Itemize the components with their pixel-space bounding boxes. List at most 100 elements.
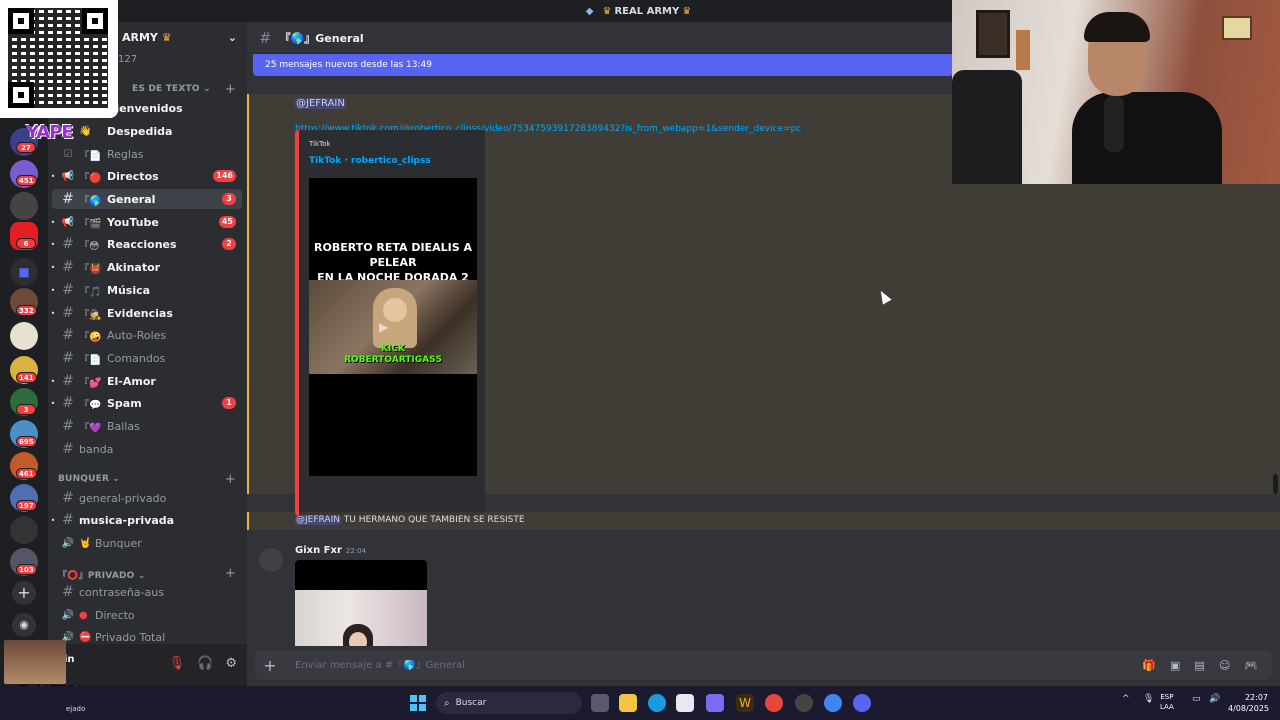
channel-emoji: 『🎬	[79, 218, 102, 230]
channel-directo-voice[interactable]: 🔊 ● Directo	[52, 605, 242, 625]
file-explorer-icon[interactable]	[619, 694, 637, 712]
hash-icon: #	[62, 259, 74, 275]
add-attachment-button[interactable]: +	[255, 656, 285, 675]
store-icon[interactable]	[676, 694, 694, 712]
system-clock[interactable]: 22:07 4/08/2025	[1228, 692, 1269, 714]
server-icon[interactable]	[10, 192, 38, 220]
monitor-icon[interactable]: ▭	[1192, 694, 1201, 704]
channel-privado-total-voice[interactable]: 🔊 ⛔ Privado Total	[52, 627, 242, 644]
add-channel-icon[interactable]: +	[225, 82, 236, 97]
user-mention[interactable]: @JEFRAIN	[295, 98, 346, 109]
search-label: Buscar	[455, 698, 487, 708]
clock-time: 22:07	[1244, 693, 1268, 702]
wall-frame	[1016, 30, 1030, 70]
channel-name: banda	[79, 442, 114, 456]
chevron-up-icon[interactable]: ^	[1122, 694, 1130, 704]
channel-bunquer-voice[interactable]: 🔊 🤘 Bunquer	[52, 533, 242, 553]
category-privado[interactable]: 『⭕』PRIVADO ⌄ +	[58, 566, 238, 581]
qr-finder	[8, 8, 34, 34]
channel-musica[interactable]: • # 『🎵 Música	[51, 280, 242, 300]
add-channel-icon[interactable]: +	[225, 566, 236, 581]
image-attachment[interactable]	[295, 560, 427, 646]
server-icon[interactable]	[10, 516, 38, 544]
copilot-icon[interactable]	[706, 694, 724, 712]
sticker-icon[interactable]: ▤	[1194, 659, 1204, 672]
channel-name: Directos	[107, 169, 159, 183]
add-server-button[interactable]: +	[12, 581, 36, 605]
discord-icon[interactable]	[853, 694, 871, 712]
user-panel: in 🎙 🎧 ⚙	[48, 644, 247, 686]
channel-auto-roles[interactable]: # 『🤪 Auto-Roles	[52, 325, 242, 345]
game-app-icon[interactable]: W	[736, 694, 754, 712]
gamepad-icon[interactable]: 🎮	[1244, 659, 1258, 672]
mic-icon[interactable]: 🎙	[1143, 694, 1154, 704]
category-bunquer[interactable]: BUNQUER ⌄ +	[58, 472, 238, 487]
chrome-icon[interactable]	[765, 694, 783, 712]
server-icon[interactable]	[10, 322, 38, 350]
unread-dot: •	[50, 308, 56, 318]
channel-contrasena-aus[interactable]: # contraseña-aus	[52, 582, 242, 602]
channel-name: Privado Total	[95, 630, 166, 644]
folder-icon[interactable]: ■	[10, 258, 38, 286]
task-view-icon[interactable]	[591, 694, 609, 712]
hash-icon: #	[62, 441, 74, 457]
edge-icon[interactable]	[648, 694, 666, 712]
channel-akinator[interactable]: • # 『👹 Akinator	[51, 257, 242, 277]
channel-comandos[interactable]: # 『📄 Comandos	[52, 348, 242, 368]
language-indicator[interactable]: ESP LAA	[1160, 692, 1174, 712]
chrome-icon[interactable]	[824, 694, 842, 712]
server-badge: 3	[16, 404, 36, 415]
channel-emoji: 『📄	[79, 354, 102, 366]
volume-icon[interactable]: 🔊	[1209, 694, 1220, 704]
gift-icon[interactable]: 🎁	[1142, 659, 1156, 672]
channel-reglas[interactable]: ☑ 『📄 Reglas	[52, 144, 242, 164]
message-timestamp: 22:04	[345, 547, 367, 555]
channel-general-privado[interactable]: # general-privado	[52, 488, 242, 508]
avatar[interactable]	[259, 548, 283, 572]
chevron-down-icon: ⌄	[227, 30, 237, 44]
message-input[interactable]	[295, 659, 1143, 671]
hash-icon: #	[62, 191, 74, 207]
channel-el-amor[interactable]: • # 『💕 El-Amor	[51, 371, 242, 391]
video-player[interactable]: ROBERTO RETA DIEALIS A PELEAR EN LA NOCH…	[309, 178, 477, 476]
headphones-icon[interactable]: 🎧	[197, 656, 213, 671]
channel-general[interactable]: # 『🌎 General 3	[52, 189, 242, 209]
channel-emoji: 『🌎	[79, 195, 102, 207]
channel-spam[interactable]: • # 『💬 Spam 1	[50, 393, 242, 413]
channel-name: Música	[107, 283, 151, 297]
channel-banda[interactable]: # banda	[52, 439, 242, 459]
unread-dot: •	[50, 398, 56, 408]
author-name[interactable]: Gixn Fxr	[295, 545, 342, 556]
new-messages-bar[interactable]: 25 mensajes nuevos desde las 13:49	[253, 54, 953, 76]
gif-icon[interactable]: ▣	[1170, 659, 1180, 672]
channel-directos[interactable]: • 📢 『🔴 Directos 146	[50, 166, 242, 186]
user-mention[interactable]: @JEFRAIN	[295, 515, 341, 525]
logo-icon: ◆	[585, 5, 594, 17]
windows-start-icon[interactable]	[410, 695, 426, 711]
channel-evidencias[interactable]: • # 『🕵 Evidencias	[50, 303, 242, 323]
channel-emoji: 『📄	[79, 150, 102, 162]
gear-icon[interactable]: ⚙	[225, 656, 237, 671]
mic-muted-icon[interactable]: 🎙	[169, 656, 186, 671]
mention-badge: 1	[222, 397, 236, 409]
channel-reacciones[interactable]: • # 『😳 Reacciones 2	[50, 234, 242, 254]
video-caption-line: ROBERTO RETA DIEALIS A PELEAR	[314, 241, 472, 269]
scrollbar-thumb[interactable]	[1273, 474, 1278, 494]
embed-title[interactable]: TikTok · robertico_clipss	[309, 156, 431, 166]
channel-emoji: 『🤪	[79, 331, 102, 343]
channel-musica-privada[interactable]: • # musica-privada	[51, 510, 242, 530]
guild-member-count: 127	[118, 54, 138, 65]
server-badge: 461	[16, 468, 37, 479]
channel-despedida[interactable]: 👋 Despedida	[52, 121, 242, 141]
unread-dot: •	[50, 239, 56, 249]
unread-dot: •	[50, 171, 56, 181]
add-channel-icon[interactable]: +	[225, 472, 236, 487]
wall-frame	[976, 10, 1010, 58]
app-icon[interactable]	[795, 694, 813, 712]
play-icon[interactable]: ▶	[379, 320, 388, 334]
channel-youtube[interactable]: • 📢 『🎬 YouTube 45	[51, 212, 242, 232]
discover-button[interactable]: ◉	[12, 613, 36, 637]
taskbar-search[interactable]: ⌕ Buscar	[436, 692, 582, 714]
emoji-icon[interactable]: ☺	[1219, 659, 1230, 672]
channel-ballas[interactable]: # 『💜 Ballas	[52, 416, 242, 436]
